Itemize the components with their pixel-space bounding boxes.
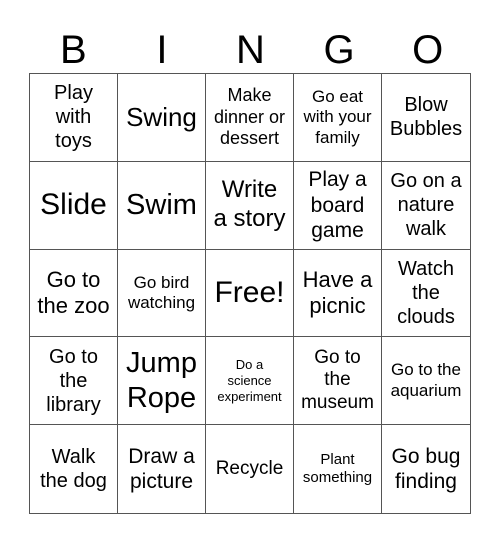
- bingo-cell-label: Do a science experiment: [217, 357, 282, 404]
- bingo-cell[interactable]: Write a story: [206, 161, 294, 250]
- bingo-cell-label: Draw a picture: [128, 444, 195, 494]
- bingo-cell-label: Go on a nature walk: [390, 170, 462, 241]
- bingo-card-grid: Play with toys Swing Make dinner or dessert Go …: [29, 73, 471, 514]
- header-letter-g: G: [323, 28, 355, 72]
- bingo-cell-label: Jump Rope: [126, 346, 197, 414]
- bingo-header: B I N G O: [29, 28, 472, 72]
- bingo-cell[interactable]: Go bird watching: [118, 249, 206, 338]
- bingo-cell-label: Watch the clouds: [397, 257, 455, 328]
- bingo-cell[interactable]: Plant something: [294, 425, 382, 513]
- bingo-cell-label: Write a story: [213, 176, 286, 233]
- bingo-cell-free-space[interactable]: Free!: [206, 249, 294, 338]
- bingo-cell-label: Go to the aquarium: [390, 360, 462, 400]
- bingo-cell[interactable]: Blow Bubbles: [382, 74, 470, 162]
- bingo-cell[interactable]: Recycle: [206, 425, 294, 513]
- bingo-cell-label: Make dinner or dessert: [213, 85, 286, 149]
- bingo-cell-label: Swing: [126, 101, 197, 132]
- bingo-cell[interactable]: Jump Rope: [118, 337, 206, 426]
- bingo-cell[interactable]: Play with toys: [30, 74, 118, 162]
- header-letter-b: B: [59, 28, 87, 72]
- header-letter-i: I: [156, 28, 168, 72]
- header-letter-o: O: [412, 28, 444, 72]
- bingo-cell[interactable]: Go eat with your family: [294, 74, 382, 162]
- bingo-cell-label: Recycle: [215, 457, 284, 479]
- bingo-cell[interactable]: Go to the museum: [294, 337, 382, 426]
- bingo-cell-label: Walk the dog: [40, 446, 107, 493]
- bingo-cell-label: Play a board game: [308, 168, 367, 242]
- bingo-cell-label: Go bird watching: [127, 272, 196, 312]
- bingo-cell[interactable]: Draw a picture: [118, 425, 206, 513]
- bingo-cell-label: Plant something: [302, 451, 373, 487]
- bingo-cell[interactable]: Make dinner or dessert: [206, 74, 294, 162]
- bingo-cell-label: Free!: [214, 275, 285, 309]
- bingo-cell-label: Swim: [126, 188, 197, 221]
- bingo-cell[interactable]: Go to the aquarium: [382, 337, 470, 426]
- bingo-cell[interactable]: Do a science experiment: [206, 337, 294, 426]
- bingo-cell[interactable]: Walk the dog: [30, 425, 118, 513]
- bingo-cell-label: Go eat with your family: [303, 86, 372, 147]
- bingo-cell[interactable]: Have a picnic: [294, 249, 382, 338]
- bingo-cell[interactable]: Play a board game: [294, 161, 382, 250]
- bingo-cell[interactable]: Swing: [118, 74, 206, 162]
- bingo-cell[interactable]: Slide: [30, 161, 118, 250]
- bingo-cell-label: Go to the museum: [301, 346, 374, 414]
- bingo-cell[interactable]: Go to the library: [30, 337, 118, 426]
- bingo-cell-label: Blow Bubbles: [389, 94, 463, 141]
- bingo-cell[interactable]: Watch the clouds: [382, 250, 470, 338]
- bingo-cell[interactable]: Go on a nature walk: [382, 162, 470, 250]
- bingo-cell[interactable]: Swim: [118, 161, 206, 250]
- bingo-cell-label: Have a picnic: [302, 266, 373, 318]
- bingo-cell-label: Slide: [40, 188, 107, 222]
- bingo-cell-label: Play with toys: [54, 82, 93, 153]
- bingo-cell[interactable]: Go to the zoo: [30, 249, 118, 338]
- header-letter-n: N: [236, 28, 265, 72]
- bingo-cell-label: Go to the library: [46, 345, 101, 416]
- bingo-cell-label: Go to the zoo: [37, 266, 110, 318]
- bingo-cell[interactable]: Go bug finding: [382, 425, 470, 513]
- bingo-cell-label: Go bug finding: [391, 444, 461, 494]
